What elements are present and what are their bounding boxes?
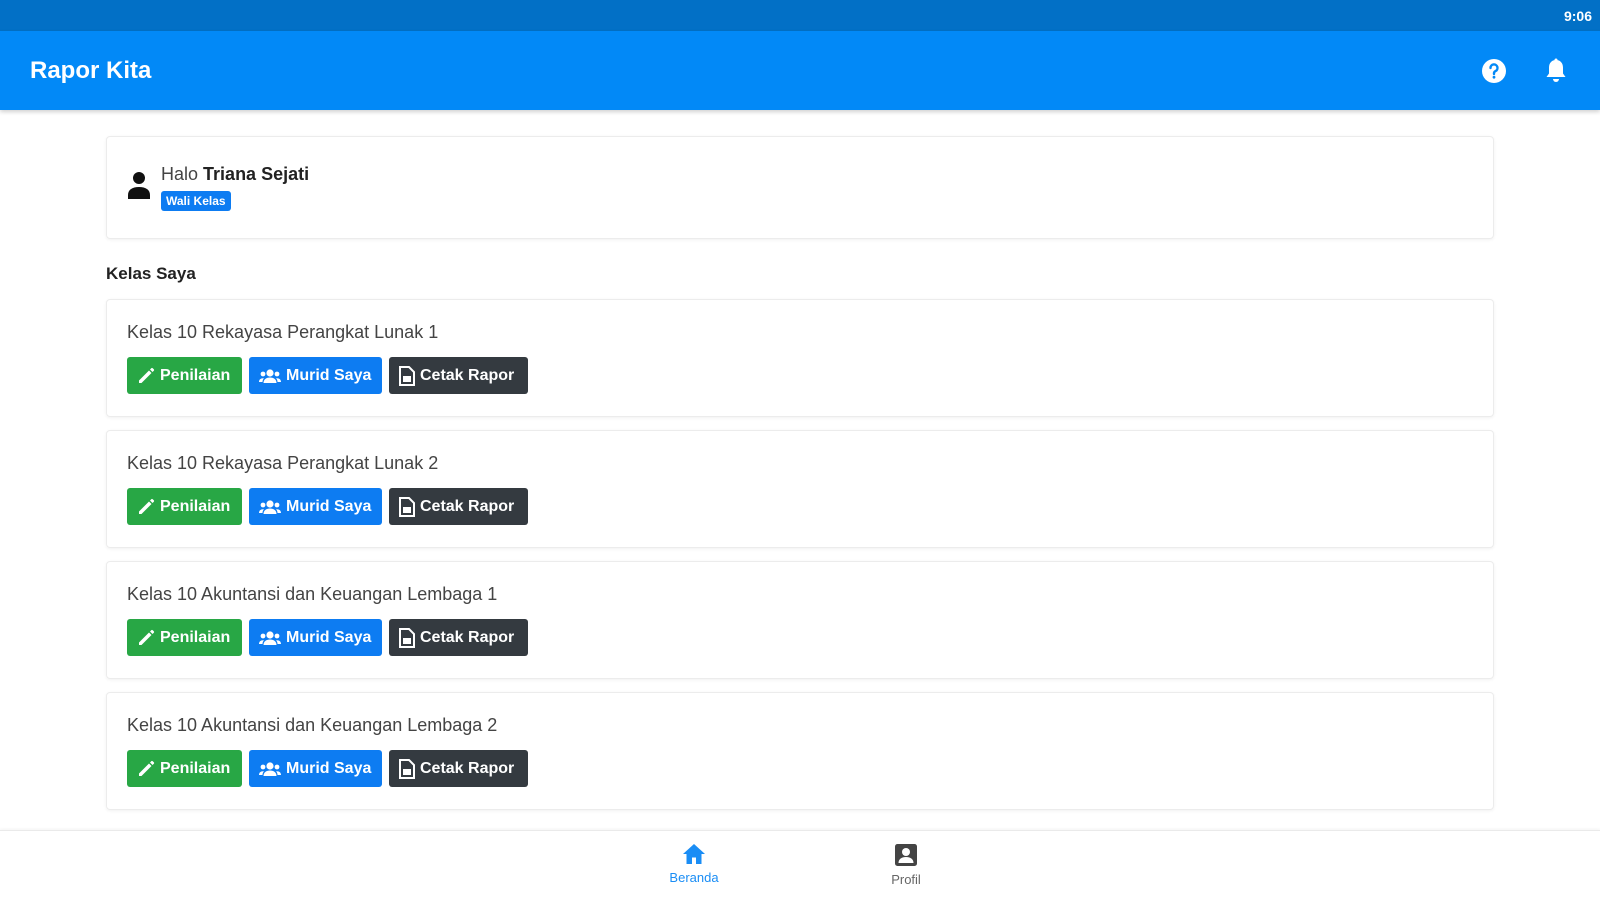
greeting-line: Halo Triana Sejati — [161, 164, 309, 185]
app-bar: Rapor Kita — [0, 31, 1600, 110]
pencil-icon — [139, 498, 155, 514]
nav-item-profile[interactable]: Profil — [846, 843, 966, 887]
greeting-card: Halo Triana Sejati Wali Kelas — [106, 136, 1494, 239]
app-actions — [1480, 57, 1570, 85]
assessment-button[interactable]: Penilaian — [127, 619, 242, 656]
print-report-label: Cetak Rapor — [420, 497, 515, 515]
assessment-button[interactable]: Penilaian — [127, 488, 242, 525]
nav-label-home: Beranda — [669, 870, 719, 885]
pencil-icon — [139, 629, 155, 645]
file-print-icon — [399, 758, 415, 779]
students-label: Murid Saya — [286, 366, 372, 384]
class-name: Kelas 10 Rekayasa Perangkat Lunak 1 — [127, 322, 439, 342]
pencil-icon — [139, 367, 155, 383]
file-print-icon — [399, 627, 415, 648]
nav-item-home[interactable]: Beranda — [634, 843, 754, 885]
users-icon — [259, 630, 281, 645]
print-report-label: Cetak Rapor — [420, 366, 515, 384]
bottom-nav: Beranda Profil — [0, 830, 1600, 900]
user-name: Triana Sejati — [203, 164, 310, 184]
status-bar: 9:06 — [0, 0, 1600, 31]
assessment-label: Penilaian — [160, 628, 231, 646]
class-list: Kelas 10 Rekayasa Perangkat Lunak 1 Peni… — [106, 299, 1494, 810]
class-name: Kelas 10 Rekayasa Perangkat Lunak 2 — [127, 453, 439, 473]
assessment-button[interactable]: Penilaian — [127, 357, 242, 394]
user-icon — [127, 170, 151, 205]
class-card: Kelas 10 Rekayasa Perangkat Lunak 2 Peni… — [106, 430, 1494, 548]
assessment-label: Penilaian — [160, 759, 231, 777]
class-actions: Penilaian Murid Saya Cetak Rapor — [127, 750, 1473, 787]
home-icon — [683, 844, 705, 864]
users-icon — [259, 368, 281, 383]
class-actions: Penilaian Murid Saya Cetak Rapor — [127, 619, 1473, 656]
main-content: Halo Triana Sejati Wali Kelas Kelas Saya… — [0, 110, 1600, 830]
greeting-text: Halo Triana Sejati Wali Kelas — [161, 164, 309, 211]
nav-label-profile: Profil — [891, 872, 921, 887]
assessment-label: Penilaian — [160, 366, 231, 384]
print-report-button[interactable]: Cetak Rapor — [389, 619, 528, 656]
assessment-button[interactable]: Penilaian — [127, 750, 242, 787]
assessment-label: Penilaian — [160, 497, 231, 515]
help-circle-icon[interactable] — [1480, 57, 1508, 85]
students-button[interactable]: Murid Saya — [249, 357, 382, 394]
print-report-label: Cetak Rapor — [420, 628, 515, 646]
pencil-icon — [139, 760, 155, 776]
class-card: Kelas 10 Akuntansi dan Keuangan Lembaga … — [106, 692, 1494, 810]
print-report-button[interactable]: Cetak Rapor — [389, 357, 528, 394]
students-label: Murid Saya — [286, 628, 372, 646]
print-report-button[interactable]: Cetak Rapor — [389, 488, 528, 525]
section-title: Kelas Saya — [106, 264, 196, 283]
file-print-icon — [399, 496, 415, 517]
class-card: Kelas 10 Akuntansi dan Keuangan Lembaga … — [106, 561, 1494, 679]
class-card: Kelas 10 Rekayasa Perangkat Lunak 1 Peni… — [106, 299, 1494, 417]
class-actions: Penilaian Murid Saya Cetak Rapor — [127, 488, 1473, 525]
class-actions: Penilaian Murid Saya Cetak Rapor — [127, 357, 1473, 394]
students-button[interactable]: Murid Saya — [249, 619, 382, 656]
users-icon — [259, 499, 281, 514]
status-time: 9:06 — [1563, 7, 1592, 24]
students-label: Murid Saya — [286, 497, 372, 515]
bell-icon[interactable] — [1542, 57, 1570, 85]
students-button[interactable]: Murid Saya — [249, 750, 382, 787]
students-label: Murid Saya — [286, 759, 372, 777]
print-report-label: Cetak Rapor — [420, 759, 515, 777]
role-badge: Wali Kelas — [161, 191, 231, 211]
class-name: Kelas 10 Akuntansi dan Keuangan Lembaga … — [127, 715, 498, 735]
print-report-button[interactable]: Cetak Rapor — [389, 750, 528, 787]
students-button[interactable]: Murid Saya — [249, 488, 382, 525]
app-title: Rapor Kita — [30, 56, 152, 84]
class-name: Kelas 10 Akuntansi dan Keuangan Lembaga … — [127, 584, 498, 604]
profile-card-icon — [895, 844, 917, 866]
users-icon — [259, 761, 281, 776]
file-print-icon — [399, 365, 415, 386]
greeting-prefix: Halo — [161, 164, 199, 184]
